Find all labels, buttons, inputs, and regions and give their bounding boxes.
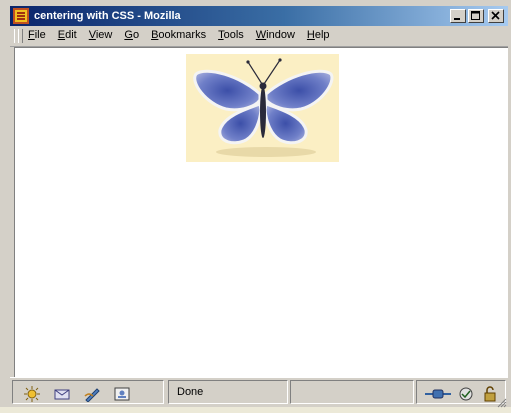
menu-edit[interactable]: Edit <box>58 29 77 41</box>
menu-file[interactable]: File <box>28 29 46 41</box>
navigator-icon[interactable] <box>23 386 41 402</box>
window-title: centering with CSS - Mozilla <box>34 10 181 22</box>
status-icons-panel <box>416 380 506 404</box>
composer-icon[interactable] <box>83 386 101 403</box>
menu-tools[interactable]: Tools <box>218 29 244 41</box>
title-bar[interactable]: centering with CSS - Mozilla <box>10 6 508 26</box>
minimize-icon <box>454 18 460 20</box>
menu-go[interactable]: Go <box>124 29 139 41</box>
mozilla-icon[interactable] <box>13 8 29 24</box>
browser-window: centering with CSS - Mozilla File Edit V… <box>0 0 511 408</box>
menu-bookmarks[interactable]: Bookmarks <box>151 29 206 41</box>
resize-grip[interactable] <box>497 395 507 408</box>
menu-bar: File Edit View Go Bookmarks Tools Window… <box>10 26 508 47</box>
address-book-icon[interactable] <box>113 386 131 402</box>
online-plug-icon[interactable] <box>425 386 451 402</box>
status-text-panel: Done <box>168 380 288 404</box>
page-content[interactable] <box>14 47 508 377</box>
maximize-icon <box>471 11 480 20</box>
status-bar: Done <box>10 377 508 408</box>
progress-panel <box>290 380 414 404</box>
security-icon[interactable] <box>457 386 475 402</box>
toolbar-grip[interactable] <box>18 29 23 43</box>
minimize-button[interactable] <box>450 9 466 23</box>
close-button[interactable] <box>488 9 504 23</box>
mail-icon[interactable] <box>53 386 71 402</box>
component-bar <box>12 380 164 404</box>
maximize-button[interactable] <box>468 9 484 23</box>
close-icon <box>491 11 500 20</box>
menu-view[interactable]: View <box>89 29 113 41</box>
menu-window[interactable]: Window <box>256 29 295 41</box>
menu-help[interactable]: Help <box>307 29 330 41</box>
status-text: Done <box>177 386 204 398</box>
butterfly-image <box>186 54 339 162</box>
